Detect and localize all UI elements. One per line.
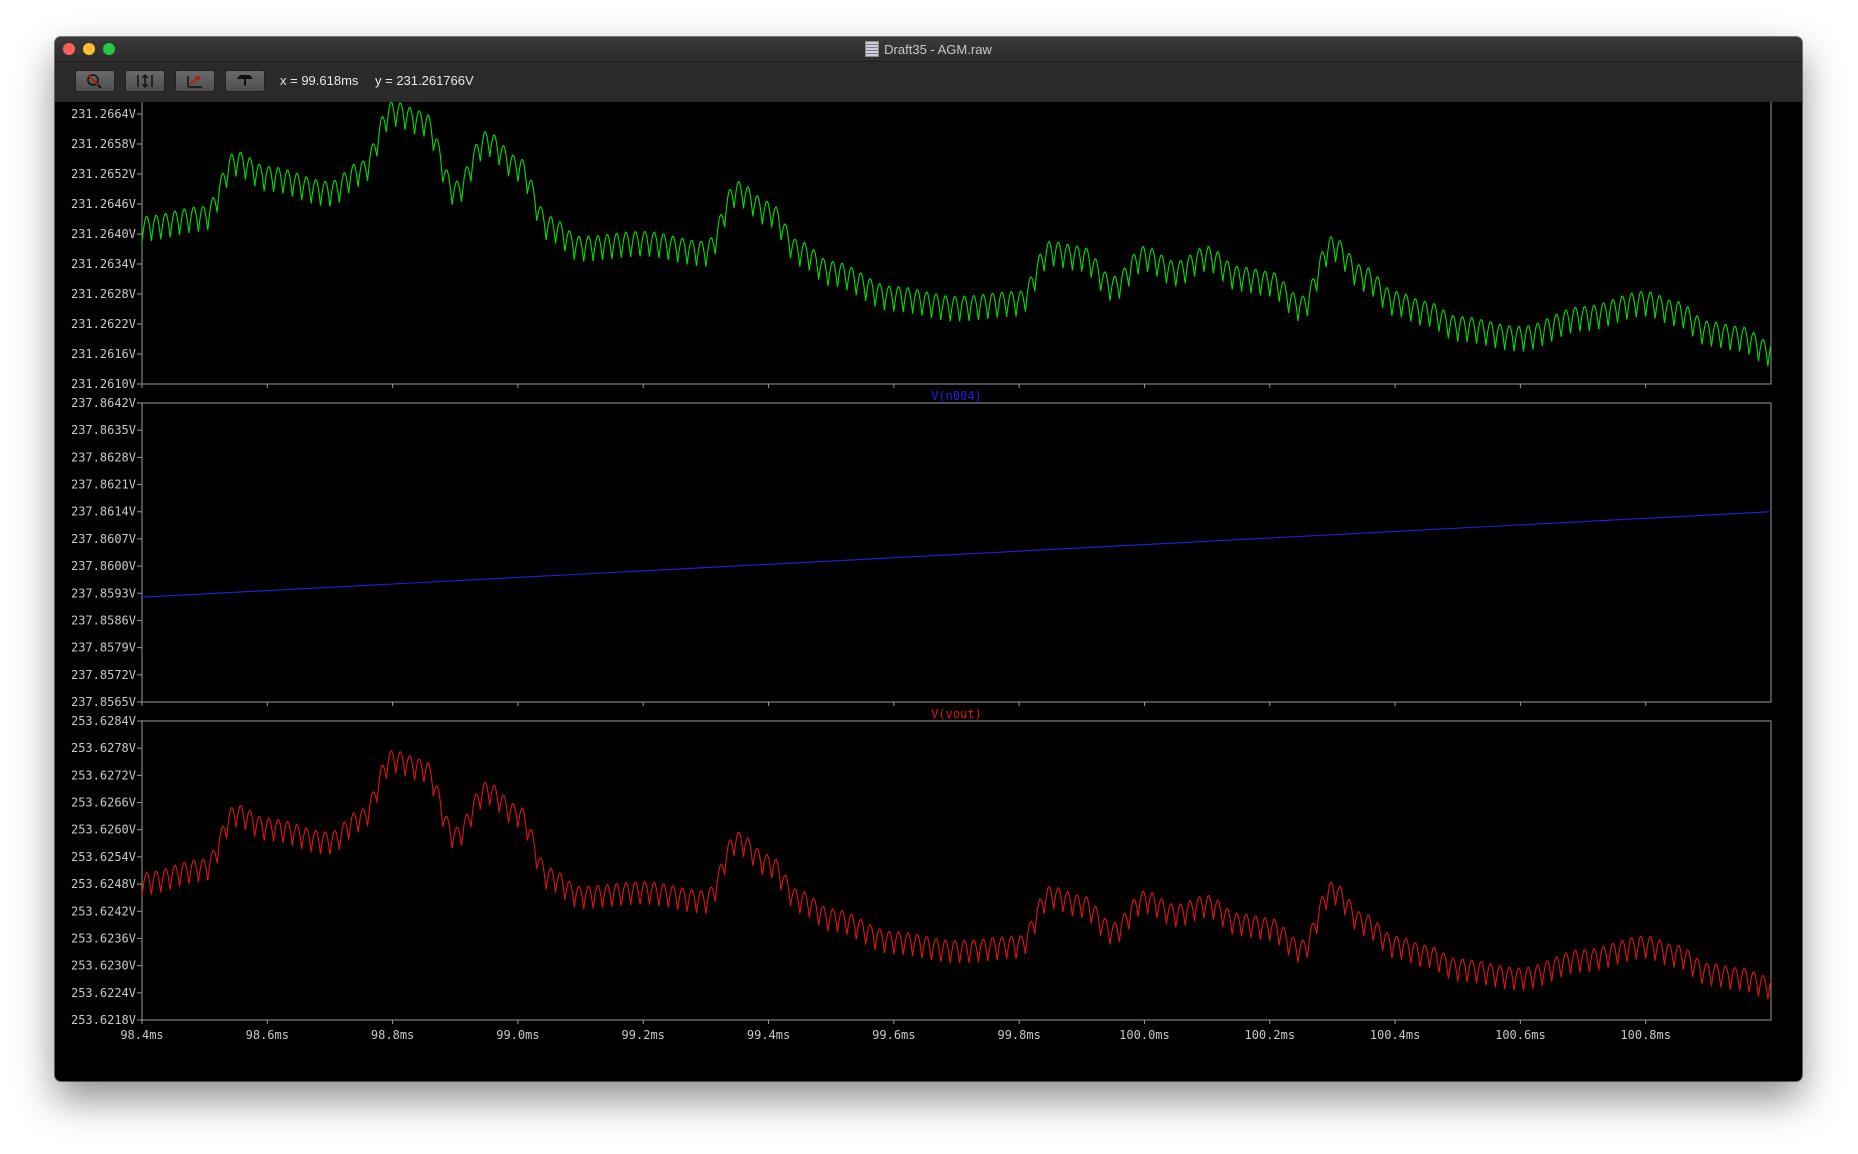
y-tick-label: 237.8565V [71,695,136,709]
y-tick-label: 253.6248V [71,877,136,891]
y-tick-label: 231.2616V [71,347,136,361]
document-icon [865,41,880,57]
x-tick-label: 99.6ms [872,1028,915,1042]
waveform-window: Draft35 - AGM.raw x = 99.618ms y = 231.2… [55,37,1802,1081]
trace-line [141,511,1772,598]
title-bar[interactable]: Draft35 - AGM.raw [55,37,1802,62]
autorange-icon [137,74,153,88]
x-tick-label: 100.2ms [1244,1028,1295,1042]
y-tick-label: 237.8572V [71,668,136,682]
trace-line [141,750,1772,1000]
y-tick-label: 231.2664V [71,107,136,121]
x-tick-label: 99.2ms [622,1028,665,1042]
y-tick-label: 253.6230V [71,959,136,973]
y-tick-label: 231.2640V [71,227,136,241]
y-tick-label: 237.8593V [71,586,136,600]
y-tick-label: 231.2610V [71,377,136,391]
x-tick-label: 98.8ms [371,1028,414,1042]
y-tick-label: 253.6218V [71,1013,136,1027]
plot-frame [141,402,1772,703]
x-tick-label: 99.0ms [496,1028,539,1042]
x-tick-label: 100.6ms [1495,1028,1546,1042]
y-tick-label: 231.2652V [71,167,136,181]
y-tick-label: 231.2646V [71,197,136,211]
x-tick-label: 99.4ms [747,1028,790,1042]
chart-pane-1[interactable]: V(n003)231.2670V231.2664V231.2658V231.26… [71,102,1772,391]
toolbar: x = 99.618ms y = 231.261766V [55,62,1802,102]
waveform-plot-area[interactable]: V(n003)231.2670V231.2664V231.2658V231.26… [55,102,1802,1081]
x-tick-label: 100.8ms [1620,1028,1671,1042]
window-title-area: Draft35 - AGM.raw [55,37,1802,61]
y-tick-label: 237.8600V [71,559,136,573]
y-tick-label: 237.8579V [71,641,136,655]
y-tick-label: 237.8635V [71,423,136,437]
y-tick-label: 253.6224V [71,986,136,1000]
trace-label[interactable]: V(n004) [931,389,982,403]
window-title: Draft35 - AGM.raw [884,41,992,57]
y-tick-label: 253.6254V [71,850,136,864]
y-tick-label: 237.8642V [71,396,136,410]
zoom-out-button[interactable] [75,70,115,92]
zoom-out-icon [87,74,102,89]
y-tick-label: 237.8586V [71,613,136,627]
x-tick-label: 100.4ms [1370,1028,1421,1042]
y-tick-label: 237.8614V [71,505,136,519]
pan-button[interactable] [175,70,215,92]
chart-pane-2[interactable]: V(n004) 237.8642V 237.8635V 237.8628V 237.86… [71,389,1772,709]
y-tick-label: 253.6266V [71,796,136,810]
chart-pane-3[interactable]: V(vout) 253.6284V 253.6278V 253.6272V 253.62… [71,707,1772,1042]
probe-icon [237,75,253,89]
x-tick-label: 98.6ms [246,1028,289,1042]
x-tick-label: 98.4ms [120,1028,163,1042]
y-tick-label: 237.8607V [71,532,136,546]
plot-frame [141,102,1772,385]
y-tick-label: 253.6284V [71,714,136,728]
probe-button[interactable] [225,70,265,92]
x-tick-label: 100.0ms [1119,1028,1170,1042]
y-tick-label: 253.6272V [71,768,136,782]
y-tick-label: 231.2628V [71,287,136,301]
autorange-button[interactable] [125,70,165,92]
plot-frame [141,720,1772,1021]
trace-line [141,102,1772,367]
y-tick-label: 231.2622V [71,317,136,331]
y-tick-label: 231.2634V [71,257,136,271]
y-tick-label: 237.8621V [71,478,136,492]
y-tick-label: 237.8628V [71,450,136,464]
pan-icon [187,76,202,88]
y-tick-label: 253.6278V [71,741,136,755]
y-tick-label: 253.6242V [71,904,136,918]
y-tick-label: 231.2658V [71,137,136,151]
x-tick-label: 99.8ms [997,1028,1040,1042]
y-tick-label: 253.6236V [71,931,136,945]
x-coordinate-readout: x = 99.618ms [280,73,359,88]
trace-label[interactable]: V(vout) [931,707,982,721]
y-tick-label: 253.6260V [71,823,136,837]
y-coordinate-readout: y = 231.261766V [375,73,474,88]
